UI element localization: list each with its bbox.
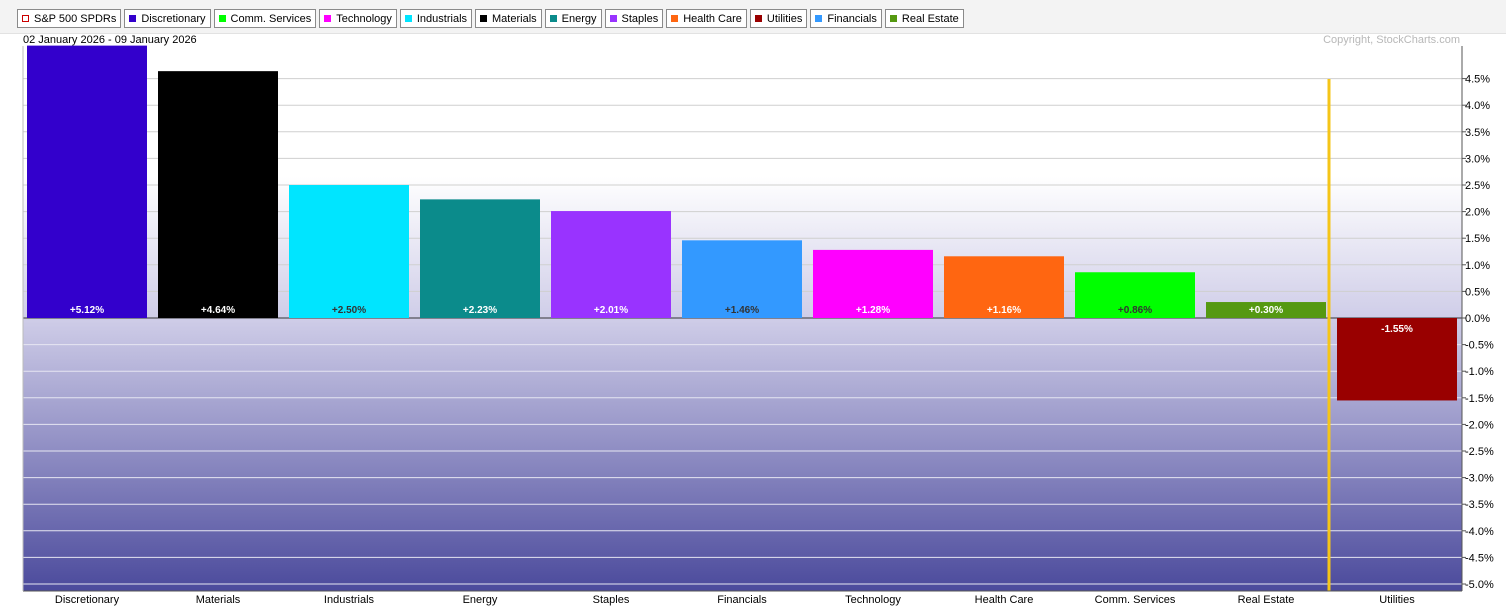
x-tick-label: Health Care (975, 594, 1034, 606)
y-tick-label: -5.0% (1465, 579, 1494, 591)
y-tick-label: -4.0% (1465, 526, 1494, 538)
y-tick-label: 3.0% (1465, 153, 1490, 165)
x-tick-label: Technology (845, 594, 901, 606)
y-tick-label: -4.5% (1465, 552, 1494, 564)
y-tick-label: 4.0% (1465, 100, 1490, 112)
y-axis: 4.5% 4.0% 3.5% 3.0% 2.5% 2.0% 1.5% 1.0% 0.5% 0.0%… (1462, 74, 1494, 591)
y-tick-label: -1.0% (1465, 366, 1494, 378)
bar-discretionary[interactable] (27, 45, 147, 319)
bar-value-label: +1.28% (856, 305, 890, 316)
bar-materials[interactable] (158, 71, 278, 318)
bar-energy[interactable] (420, 199, 540, 318)
y-tick-label: 0.5% (1465, 286, 1490, 298)
y-tick-label: -2.5% (1465, 446, 1494, 458)
y-tick-label: 2.0% (1465, 207, 1490, 219)
x-tick-label: Real Estate (1238, 594, 1295, 606)
bar-value-label: +4.64% (201, 305, 235, 316)
x-tick-label: Comm. Services (1095, 594, 1176, 606)
x-tick-label: Energy (463, 594, 498, 606)
y-tick-label: 2.5% (1465, 180, 1490, 192)
date-range: 02 January 2026 - 09 January 2026 (23, 34, 197, 46)
bar-value-label: +5.12% (70, 305, 104, 316)
bar-value-label: +1.46% (725, 305, 759, 316)
y-tick-label: 1.5% (1465, 233, 1490, 245)
y-tick-label: 1.0% (1465, 260, 1490, 272)
copyright: Copyright, StockCharts.com (1323, 34, 1460, 46)
x-tick-label: Utilities (1379, 594, 1415, 606)
x-tick-label: Materials (196, 594, 241, 606)
bar-industrials[interactable] (289, 185, 409, 318)
y-tick-label: -0.5% (1465, 340, 1494, 352)
y-tick-label: -3.5% (1465, 499, 1494, 511)
x-tick-label: Industrials (324, 594, 375, 606)
x-tick-label: Staples (593, 594, 630, 606)
y-tick-label: 3.5% (1465, 127, 1490, 139)
bar-value-label: +1.16% (987, 305, 1021, 316)
x-tick-label: Financials (717, 594, 767, 606)
sector-performance-chart: +5.12% +4.64% +2.50% +2.23% +2.01% +1.46% +1.2… (22, 34, 1494, 606)
y-tick-label: 4.5% (1465, 74, 1490, 86)
y-tick-label: -2.0% (1465, 419, 1494, 431)
y-tick-label: -1.5% (1465, 393, 1494, 405)
bar-value-label: +0.86% (1118, 305, 1152, 316)
y-tick-label: -3.0% (1465, 473, 1494, 485)
bar-value-label: +2.23% (463, 305, 497, 316)
bar-value-label: +2.01% (594, 305, 628, 316)
bar-staples[interactable] (551, 211, 671, 318)
x-tick-label: Discretionary (55, 594, 120, 606)
x-axis: Discretionary Materials Industrials Energy S… (55, 594, 1415, 606)
bar-value-label: +2.50% (332, 305, 366, 316)
y-tick-label: 0.0% (1465, 313, 1490, 325)
bar-value-label: +0.30% (1249, 305, 1283, 316)
bar-value-label: -1.55% (1381, 324, 1413, 335)
